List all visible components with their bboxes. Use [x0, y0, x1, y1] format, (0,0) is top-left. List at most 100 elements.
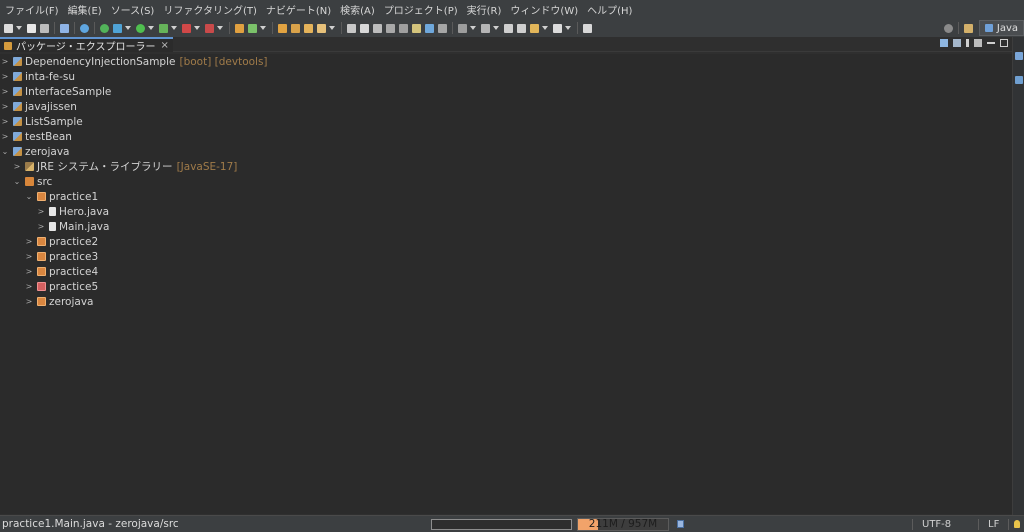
task-list-icon[interactable] — [1015, 76, 1023, 84]
chevron-down-icon[interactable]: ⌄ — [1, 144, 9, 159]
search-dropdown-icon[interactable] — [329, 26, 335, 30]
view-menu-icon[interactable] — [966, 39, 969, 47]
run-icon[interactable] — [136, 23, 145, 33]
chevron-right-icon[interactable]: > — [13, 159, 21, 174]
tree-item-library[interactable]: > JRE システム・ライブラリー [JavaSE-17] — [13, 159, 238, 174]
toggle-block-icon[interactable] — [360, 23, 369, 33]
menu-file[interactable]: ファイル(F) — [3, 2, 66, 17]
menu-edit[interactable]: 編集(E) — [66, 2, 109, 17]
save-all-icon[interactable] — [40, 23, 49, 33]
edit-dropdown-icon[interactable] — [470, 26, 476, 30]
new-class-dropdown-icon[interactable] — [260, 26, 266, 30]
tab-package-explorer[interactable]: パッケージ・エクスプローラー × — [0, 37, 173, 53]
debug-icon[interactable] — [100, 23, 109, 33]
tree-item-project[interactable]: > DependencyInjectionSample [boot] [devt… — [1, 54, 268, 69]
chevron-right-icon[interactable]: > — [1, 54, 9, 69]
chevron-right-icon[interactable]: > — [25, 294, 33, 309]
back-dropdown-icon[interactable] — [542, 26, 548, 30]
new-icon[interactable] — [4, 23, 13, 33]
save-icon[interactable] — [27, 23, 36, 33]
skip-breakpoints-icon[interactable] — [80, 23, 89, 33]
tree-item-package[interactable]: ⌄ practice1 — [25, 189, 99, 204]
search-icon[interactable] — [304, 23, 313, 33]
collapse-all-icon[interactable] — [940, 39, 948, 47]
menu-refactor[interactable]: リファクタリング(T) — [161, 2, 264, 17]
open-task-icon[interactable] — [291, 23, 300, 33]
chevron-right-icon[interactable]: > — [25, 234, 33, 249]
menu-source[interactable]: ソース(S) — [109, 2, 162, 17]
chevron-right-icon[interactable]: > — [1, 114, 9, 129]
prev-annotation-icon[interactable] — [438, 23, 447, 33]
close-icon[interactable]: × — [161, 40, 169, 51]
tree-item-java-file[interactable]: > Main.java — [37, 219, 110, 234]
external-tools-dropdown-icon[interactable] — [194, 26, 200, 30]
external-tools-icon[interactable] — [182, 23, 191, 33]
tree-item-source-folder[interactable]: ⌄ src — [13, 174, 53, 189]
task-dropdown-icon[interactable] — [493, 26, 499, 30]
toggle-mark-icon[interactable] — [347, 23, 356, 33]
open-type-icon[interactable] — [278, 23, 287, 33]
forward-dropdown-icon[interactable] — [565, 26, 571, 30]
open-perspective-icon[interactable] — [963, 23, 973, 33]
run-dropdown-icon[interactable] — [148, 26, 154, 30]
show-source-icon[interactable] — [386, 23, 395, 33]
link-editor-icon[interactable] — [953, 39, 961, 47]
tree-item-project[interactable]: > javajissen — [1, 99, 77, 114]
forward-history-icon[interactable] — [553, 23, 562, 33]
tree-item-project[interactable]: > inta-fe-su — [1, 69, 75, 84]
lightbulb-icon[interactable] — [1014, 520, 1020, 528]
chevron-right-icon[interactable]: > — [1, 99, 9, 114]
annotation-icon[interactable] — [412, 23, 421, 33]
tree-item-project[interactable]: > InterfaceSample — [1, 84, 112, 99]
pen-icon[interactable] — [317, 23, 326, 33]
tree-item-project[interactable]: > ListSample — [1, 114, 83, 129]
chevron-right-icon[interactable]: > — [1, 69, 9, 84]
minimize-icon[interactable] — [987, 42, 995, 44]
menu-search[interactable]: 検索(A) — [338, 2, 382, 17]
terminal-icon[interactable] — [60, 23, 69, 33]
chevron-right-icon[interactable]: > — [1, 129, 9, 144]
chevron-right-icon[interactable]: > — [25, 249, 33, 264]
heap-status[interactable]: 211M / 957M — [577, 518, 669, 531]
chevron-right-icon[interactable]: > — [37, 204, 45, 219]
menu-help[interactable]: ヘルプ(H) — [585, 2, 639, 17]
forward-icon[interactable] — [517, 23, 526, 33]
trash-icon[interactable] — [677, 520, 684, 528]
back-history-icon[interactable] — [530, 23, 539, 33]
perspective-java[interactable]: Java — [978, 20, 1024, 36]
menu-project[interactable]: プロジェクト(P) — [382, 2, 465, 17]
chevron-right-icon[interactable]: > — [37, 219, 45, 234]
search-global-icon[interactable] — [943, 23, 953, 33]
tree-item-package[interactable]: > zerojava — [25, 294, 94, 309]
debug-as-icon[interactable] — [113, 23, 122, 33]
server-dropdown-icon[interactable] — [217, 26, 223, 30]
next-annotation-icon[interactable] — [425, 23, 434, 33]
chevron-right-icon[interactable]: > — [25, 264, 33, 279]
coverage-dropdown-icon[interactable] — [171, 26, 177, 30]
back-icon[interactable] — [504, 23, 513, 33]
chevron-right-icon[interactable]: > — [1, 84, 9, 99]
debug-dropdown-icon[interactable] — [125, 26, 131, 30]
new-dropdown-icon[interactable] — [16, 26, 22, 30]
coverage-icon[interactable] — [159, 23, 168, 33]
tree-item-package[interactable]: > practice4 — [25, 264, 99, 279]
task-icon[interactable] — [481, 23, 490, 33]
whitespace-icon[interactable] — [373, 23, 382, 33]
focus-icon[interactable] — [974, 39, 982, 47]
new-package-icon[interactable] — [248, 23, 257, 33]
progress-area[interactable] — [431, 519, 572, 530]
maximize-icon[interactable] — [1000, 39, 1008, 47]
chevron-down-icon[interactable]: ⌄ — [13, 174, 21, 189]
encoding-label[interactable]: UTF-8 — [922, 519, 951, 530]
pin-icon[interactable] — [399, 23, 408, 33]
screen-icon[interactable] — [583, 23, 592, 33]
tree-item-project[interactable]: ⌄ zerojava — [1, 144, 70, 159]
last-edit-icon[interactable] — [458, 23, 467, 33]
menu-window[interactable]: ウィンドウ(W) — [508, 2, 585, 17]
outline-icon[interactable] — [1015, 52, 1023, 60]
server-icon[interactable] — [205, 23, 214, 33]
chevron-right-icon[interactable]: > — [25, 279, 33, 294]
tree-item-package[interactable]: > practice2 — [25, 234, 99, 249]
line-delimiter-label[interactable]: LF — [988, 519, 999, 530]
tree-item-java-file[interactable]: > Hero.java — [37, 204, 109, 219]
